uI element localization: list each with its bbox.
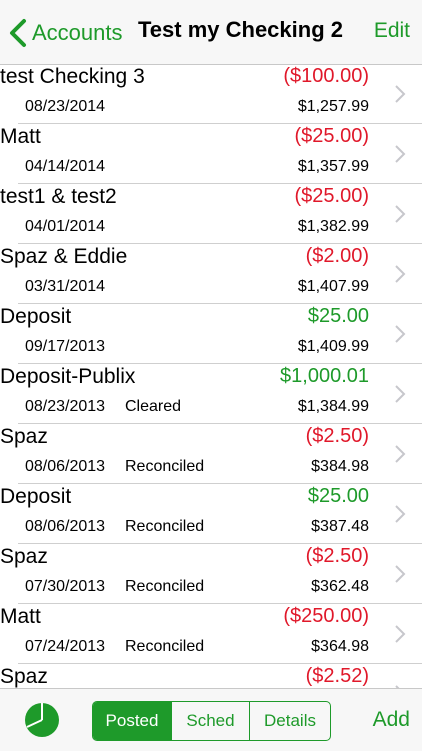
transaction-date: 08/23/2014 [25, 98, 106, 115]
transaction-row[interactable]: Deposit-Publix $1,000.01 08/23/2013 Clea… [0, 364, 422, 424]
payee-name: Deposit-Publix [0, 365, 136, 388]
transaction-date: 04/01/2014 [25, 218, 106, 235]
transaction-amount: $25.00 [307, 485, 369, 507]
transaction-amount: $1,000.01 [280, 365, 369, 387]
payee-name: Spaz & Eddie [0, 245, 128, 268]
transaction-amount: ($2.00) [305, 245, 369, 267]
transaction-date: 09/17/2013 [25, 338, 106, 355]
transaction-row[interactable]: Spaz & Eddie ($2.00) 03/31/2014 $1,407.9… [0, 244, 422, 304]
transaction-amount: ($25.00) [294, 125, 370, 147]
transaction-row[interactable]: Spaz ($2.52) [0, 664, 422, 688]
chevron-right-icon [395, 265, 406, 283]
payee-name: Matt [0, 605, 41, 628]
edit-button[interactable]: Edit [374, 19, 410, 43]
payee-name: Spaz [0, 545, 48, 568]
transaction-date: 08/06/2013 [25, 458, 106, 475]
chevron-right-icon [395, 565, 406, 583]
running-balance: $1,382.99 [297, 218, 369, 235]
chevron-right-icon [395, 385, 406, 403]
transaction-row[interactable]: Matt ($250.00) 07/24/2013 Reconciled $36… [0, 604, 422, 664]
transaction-status: Reconciled [125, 578, 205, 595]
transaction-row[interactable]: test1 & test2 ($25.00) 04/01/2014 $1,382… [0, 184, 422, 244]
payee-name: test Checking 3 [0, 65, 145, 88]
running-balance: $1,384.99 [297, 398, 369, 415]
transaction-amount: $25.00 [307, 305, 369, 327]
transaction-date: 07/30/2013 [25, 578, 106, 595]
transaction-status: Cleared [125, 398, 182, 415]
transaction-amount: ($250.00) [283, 605, 369, 627]
payee-name: Deposit [0, 485, 72, 508]
payee-name: Spaz [0, 425, 48, 448]
segment-sched[interactable]: Sched [171, 702, 249, 740]
transaction-row[interactable]: Spaz ($2.50) 07/30/2013 Reconciled $362.… [0, 544, 422, 604]
payee-name: test1 & test2 [0, 185, 117, 208]
payee-name: Matt [0, 125, 41, 148]
transaction-amount: ($2.52) [305, 665, 369, 687]
bottom-toolbar: Posted Sched Details Add [0, 688, 422, 751]
running-balance: $387.48 [311, 518, 369, 535]
transaction-amount: ($2.50) [305, 425, 369, 447]
back-button-label: Accounts [32, 20, 123, 45]
transaction-date: 07/24/2013 [25, 638, 106, 655]
transaction-date: 04/14/2014 [25, 158, 106, 175]
transaction-row[interactable]: Spaz ($2.50) 08/06/2013 Reconciled $384.… [0, 424, 422, 484]
payee-name: Deposit [0, 305, 72, 328]
chevron-right-icon [395, 205, 406, 223]
running-balance: $1,357.99 [297, 158, 369, 175]
chevron-left-icon [10, 19, 26, 47]
running-balance: $384.98 [311, 458, 369, 475]
add-button[interactable]: Add [373, 708, 410, 732]
payee-name: Spaz [0, 665, 48, 688]
transaction-date: 08/06/2013 [25, 518, 106, 535]
transaction-amount: ($2.50) [305, 545, 369, 567]
transaction-date: 03/31/2014 [25, 278, 106, 295]
chevron-right-icon [395, 505, 406, 523]
chevron-right-icon [395, 445, 406, 463]
back-button[interactable]: Accounts [8, 15, 123, 51]
transaction-amount: ($100.00) [283, 65, 369, 87]
transaction-row[interactable]: test Checking 3 ($100.00) 08/23/2014 $1,… [0, 64, 422, 124]
transaction-row[interactable]: Matt ($25.00) 04/14/2014 $1,357.99 [0, 124, 422, 184]
transaction-list[interactable]: test Checking 3 ($100.00) 08/23/2014 $1,… [0, 64, 422, 688]
segment-details[interactable]: Details [249, 702, 330, 740]
chevron-right-icon [395, 325, 406, 343]
transaction-status: Reconciled [125, 638, 205, 655]
running-balance: $1,409.99 [297, 338, 369, 355]
transaction-status: Reconciled [125, 458, 205, 475]
pie-chart-icon[interactable] [24, 702, 60, 738]
running-balance: $364.98 [311, 638, 369, 655]
running-balance: $1,407.99 [297, 278, 369, 295]
page-title: Test my Checking 2 [138, 17, 343, 42]
transaction-row[interactable]: Deposit $25.00 09/17/2013 $1,409.99 [0, 304, 422, 364]
chevron-right-icon [395, 145, 406, 163]
transaction-row[interactable]: Deposit $25.00 08/06/2013 Reconciled $38… [0, 484, 422, 544]
segment-posted[interactable]: Posted [93, 702, 171, 740]
view-segmented-control: Posted Sched Details [92, 701, 331, 741]
chevron-right-icon [395, 85, 406, 103]
running-balance: $1,257.99 [297, 98, 369, 115]
chevron-right-icon [395, 625, 406, 643]
running-balance: $362.48 [311, 578, 369, 595]
transaction-status: Reconciled [125, 518, 205, 535]
transaction-date: 08/23/2013 [25, 398, 106, 415]
navigation-bar: Accounts Test my Checking 2 Edit [0, 0, 422, 65]
transaction-amount: ($25.00) [294, 185, 370, 207]
